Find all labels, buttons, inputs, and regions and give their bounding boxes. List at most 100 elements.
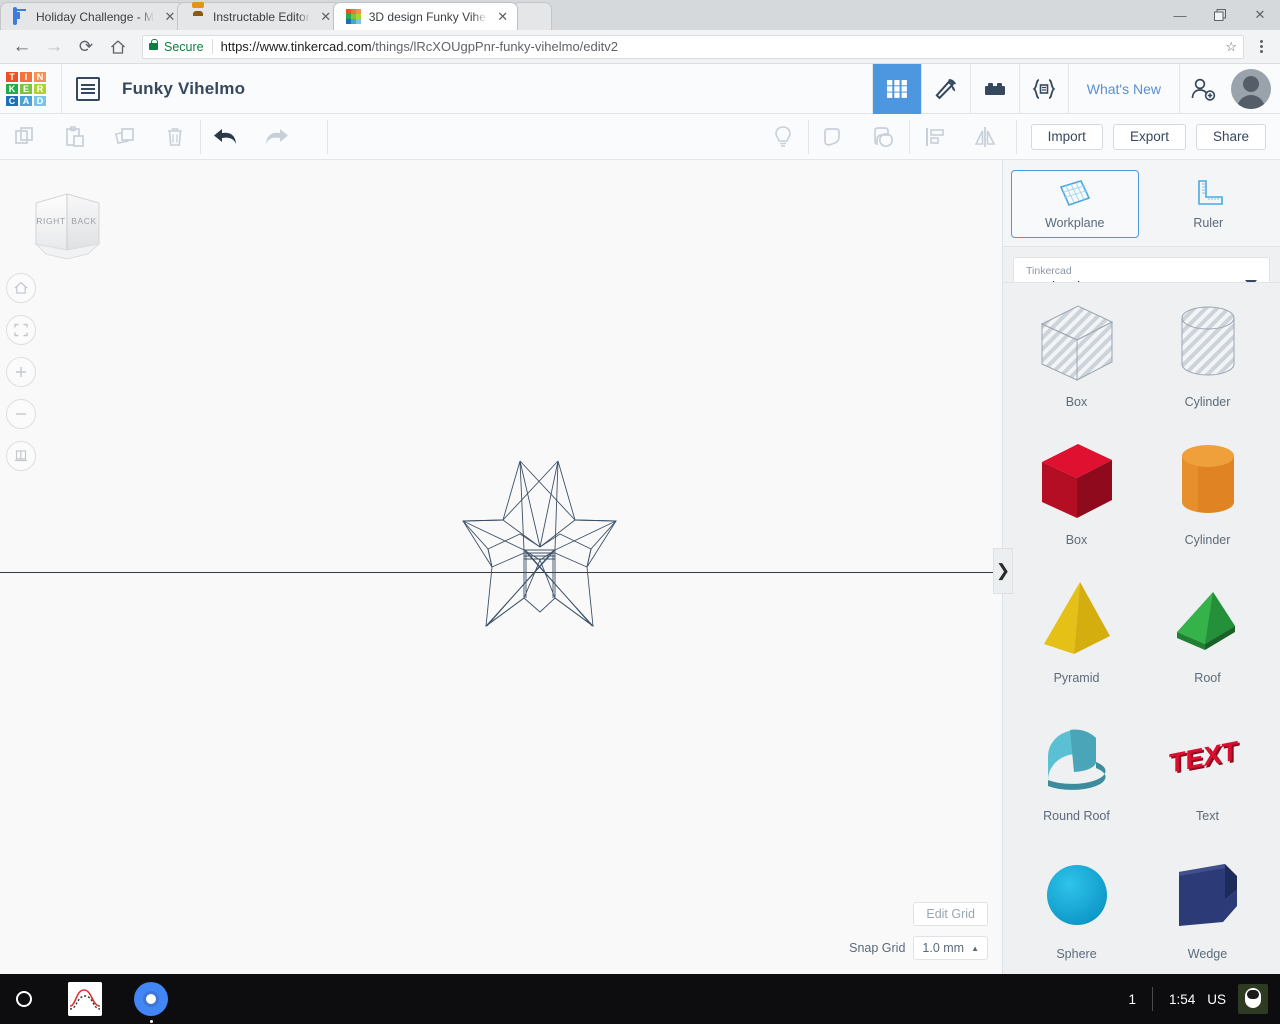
header-divider <box>61 63 62 114</box>
shape-label: Cylinder <box>1184 533 1231 547</box>
shapes-panel: Workplane Ruler Tinkercad Basic Shapes <box>1002 160 1280 974</box>
reload-icon[interactable]: ⟳ <box>72 33 100 61</box>
keyboard-layout[interactable]: US <box>1207 992 1226 1007</box>
new-tab-button[interactable] <box>511 2 552 30</box>
notification-count[interactable]: 1 <box>1128 992 1136 1007</box>
copy-icon[interactable] <box>0 114 50 160</box>
bookmark-star-icon[interactable]: ☆ <box>1225 39 1237 55</box>
chromeos-shelf: 1 1:54 US <box>0 974 1280 1024</box>
caret-up-icon: ▲ <box>971 943 979 953</box>
address-bar[interactable]: Secure https://www.tinkercad.com/things/… <box>142 34 1244 59</box>
tab-close-button[interactable]: ✕ <box>493 7 513 27</box>
shape-item-sphere[interactable]: Sphere <box>1011 841 1142 974</box>
graph-app-icon[interactable] <box>68 982 102 1016</box>
logo-letter: T <box>5 70 19 83</box>
browser-tab-0[interactable]: Holiday Challenge - Mr. C ✕ <box>0 2 185 30</box>
hammer-icon[interactable] <box>920 63 970 114</box>
box-icon <box>1011 431 1142 533</box>
project-menu-icon[interactable] <box>76 76 100 101</box>
app-header-actions: What's New <box>871 63 1280 114</box>
redo-icon[interactable] <box>251 114 301 160</box>
wedge-icon <box>1142 845 1273 947</box>
shape-item-wedge[interactable]: Wedge <box>1142 841 1273 974</box>
add-person-icon[interactable] <box>1179 63 1225 114</box>
panel-mode-buttons: Workplane Ruler <box>1003 160 1280 247</box>
logo-letter: I <box>19 70 33 83</box>
logo-letter: R <box>33 82 47 95</box>
ruler-button[interactable]: Ruler <box>1145 170 1273 238</box>
mirror-icon[interactable] <box>960 114 1010 160</box>
projection-toggle-button[interactable] <box>6 441 36 471</box>
align-icon[interactable] <box>910 114 960 160</box>
browser-toolbar: ← → ⟳ Secure https://www.tinkercad.com/t… <box>0 30 1280 64</box>
lightbulb-icon[interactable] <box>758 114 808 160</box>
shape-item-cylinder[interactable]: Cylinder <box>1142 427 1273 565</box>
shelf-clock[interactable]: 1:54 <box>1169 992 1195 1007</box>
browser-tab-title: Instructable Editor <box>213 9 310 24</box>
forward-icon[interactable]: → <box>40 33 68 61</box>
sphere-icon <box>1011 845 1142 947</box>
panda-avatar[interactable] <box>1238 984 1268 1014</box>
back-icon[interactable]: ← <box>8 33 36 61</box>
home-view-button[interactable] <box>6 273 36 303</box>
snap-grid-select[interactable]: 1.0 mm ▲ <box>913 936 988 960</box>
url-path: /things/lRcXOUgpPnr-funky-vihelmo/editv2 <box>371 39 618 54</box>
pyramid-icon <box>1011 569 1142 671</box>
duplicate-icon[interactable] <box>100 114 150 160</box>
shape-item-roof[interactable]: Roof <box>1142 565 1273 703</box>
shape-label: Box <box>1065 533 1088 547</box>
shape-item-box[interactable]: Box <box>1011 427 1142 565</box>
tinkercad-logo-icon[interactable]: T I N K E R C A D <box>5 70 47 107</box>
codeblocks-icon[interactable] <box>1018 63 1068 114</box>
close-icon[interactable]: ✕ <box>1240 0 1280 30</box>
home-icon[interactable] <box>104 33 132 61</box>
page-title: Funky Vihelmo <box>122 78 246 98</box>
shape-item-pyramid[interactable]: Pyramid <box>1011 565 1142 703</box>
maximize-icon[interactable] <box>1200 0 1240 30</box>
lock-icon <box>149 39 158 50</box>
launcher-button[interactable] <box>16 991 32 1007</box>
shelf-status-area[interactable]: 1 1:54 US <box>1128 974 1280 1024</box>
whats-new-link[interactable]: What's New <box>1067 63 1179 114</box>
snap-grid-row: Snap Grid 1.0 mm ▲ <box>849 936 988 960</box>
shape-item-cylinder-hole[interactable]: Cylinder <box>1142 289 1273 427</box>
group-icon[interactable] <box>809 114 859 160</box>
browser-tab-title: 3D design Funky Vihelmo <box>368 9 487 24</box>
export-button[interactable]: Export <box>1112 123 1186 150</box>
design-canvas[interactable]: RIGHT BACK Edit Grid Snap Grid 1.0 mm ▲ <box>0 160 1002 974</box>
ungroup-icon[interactable] <box>859 114 909 160</box>
snap-grid-value: 1.0 mm <box>922 941 965 955</box>
fit-view-button[interactable] <box>6 315 36 345</box>
browser-tab-2[interactable]: 3D design Funky Vihelmo ✕ <box>332 2 518 30</box>
text-icon: TEXT TEXT <box>1142 707 1273 809</box>
paste-icon[interactable] <box>50 114 100 160</box>
delete-icon[interactable] <box>150 114 200 160</box>
view-cube[interactable]: RIGHT BACK <box>20 186 116 273</box>
zoom-out-button[interactable] <box>6 399 36 429</box>
import-button[interactable]: Import <box>1030 123 1103 150</box>
brick-icon[interactable] <box>969 63 1019 114</box>
minimize-icon[interactable]: — <box>1160 0 1200 30</box>
browser-tabstrip: Holiday Challenge - Mr. C ✕ Instructable… <box>0 0 1280 30</box>
panel-collapse-button[interactable]: ❯ <box>993 548 1013 594</box>
chrome-app-icon[interactable] <box>134 982 168 1023</box>
grid-icon[interactable] <box>871 63 921 114</box>
logo-letter: E <box>19 82 33 95</box>
avatar[interactable] <box>1231 68 1271 109</box>
shape-list[interactable]: Box Cylinder Box Cylinder Pyramid Roof R… <box>1003 282 1280 974</box>
share-button[interactable]: Share <box>1195 123 1266 150</box>
shape-item-round-roof[interactable]: Round Roof <box>1011 703 1142 841</box>
workplane-button[interactable]: Workplane <box>1011 170 1139 238</box>
status-divider <box>1151 987 1153 1011</box>
roundroof-icon <box>1011 707 1142 809</box>
url-host: https://www.tinkercad.com <box>220 39 372 54</box>
undo-icon[interactable] <box>201 114 251 160</box>
chrome-menu-icon[interactable] <box>1250 33 1272 61</box>
shape-item-text[interactable]: TEXT TEXT Text <box>1142 703 1273 841</box>
model-wireframe[interactable] <box>440 440 640 640</box>
shape-item-box-hole[interactable]: Box <box>1011 289 1142 427</box>
edit-grid-button[interactable]: Edit Grid <box>913 902 988 926</box>
zoom-in-button[interactable] <box>6 357 36 387</box>
shape-label: Roof <box>1194 671 1221 685</box>
browser-tab-1[interactable]: Instructable Editor ✕ <box>177 2 341 30</box>
